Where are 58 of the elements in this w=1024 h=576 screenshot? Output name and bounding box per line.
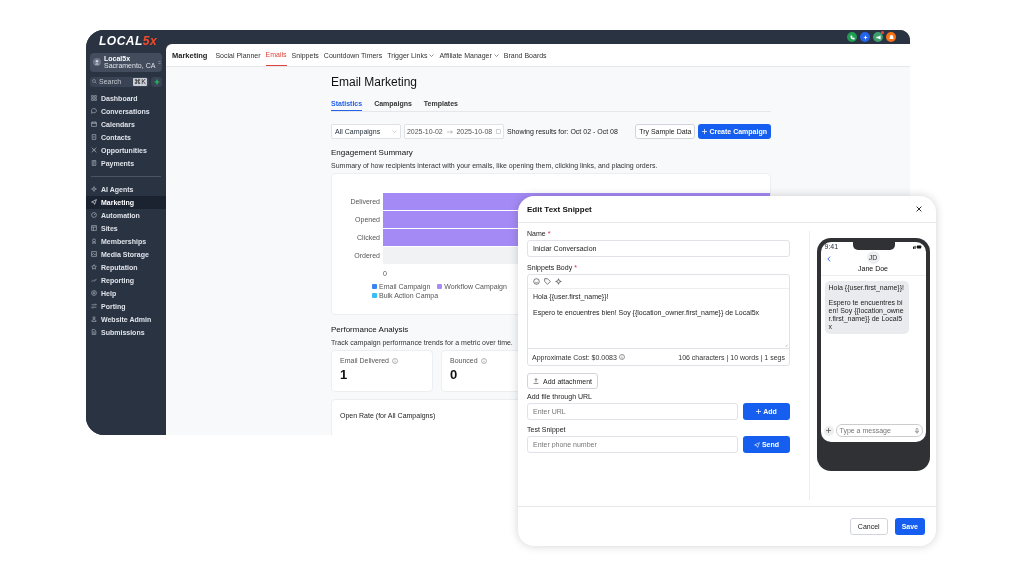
chevron-down-icon: [392, 130, 397, 133]
file-icon: [91, 329, 97, 336]
swap-arrows-icon: [91, 303, 97, 310]
person-icon: [91, 316, 97, 323]
tag-icon[interactable]: [544, 278, 551, 285]
logo: LOCAL5x: [98, 34, 159, 50]
image-icon: [91, 251, 97, 258]
send-icon: [753, 441, 760, 448]
add-button[interactable]: [823, 425, 834, 436]
search-icon: [92, 79, 97, 85]
page-title: Email Marketing: [331, 75, 419, 89]
award-icon: [91, 238, 97, 245]
plus-icon: [756, 409, 762, 414]
dialog-title: Edit Text Snippet: [527, 204, 592, 214]
phone-button[interactable]: [847, 32, 857, 42]
document-icon: [91, 160, 97, 167]
sparkle-icon[interactable]: [555, 278, 562, 285]
info-icon: [392, 357, 399, 364]
plus-icon: [153, 78, 160, 85]
send-icon: [91, 199, 97, 206]
plus-icon: [702, 129, 708, 134]
chat-bubble-icon: [91, 108, 97, 115]
phone-notch: [852, 242, 895, 250]
megaphone-button[interactable]: [873, 32, 883, 42]
resize-grip-icon[interactable]: [785, 344, 788, 347]
emoji-icon[interactable]: [533, 278, 540, 285]
bell-icon: [887, 33, 895, 41]
arrow-icon: [446, 129, 453, 134]
close-button[interactable]: [914, 204, 924, 214]
sparkle-icon: [861, 33, 869, 41]
lifebuoy-icon: [91, 290, 97, 297]
phone-icon: [848, 33, 856, 41]
section-heading: Engagement Summary: [331, 148, 414, 157]
sparkle-icon: [91, 186, 97, 193]
contact-book-icon: [91, 134, 97, 141]
star-icon: [91, 264, 97, 271]
info-icon: [618, 354, 625, 360]
add-button[interactable]: [151, 76, 162, 87]
trend-line-icon: [91, 277, 97, 284]
battery-icon: [912, 244, 922, 249]
megaphone-icon: [874, 33, 882, 41]
microphone-icon: [914, 427, 919, 434]
gauge-icon: [91, 212, 97, 219]
bell-button[interactable]: [886, 32, 896, 42]
avatar-icon: [93, 58, 101, 67]
back-chevron-icon[interactable]: [826, 256, 831, 262]
grid-icon: [91, 95, 97, 102]
upload-icon: [533, 378, 539, 384]
sparkle-button[interactable]: [860, 32, 870, 42]
close-icon: [916, 206, 922, 212]
section-heading: Performance Analysis: [331, 325, 410, 334]
calendar-icon: [496, 129, 502, 134]
info-icon: [480, 357, 487, 364]
layout-icon: [91, 225, 97, 232]
stat-value: 0: [450, 367, 459, 382]
plus-icon: [826, 428, 831, 433]
calendar-icon: [91, 121, 97, 128]
stat-value: 1: [340, 367, 349, 382]
